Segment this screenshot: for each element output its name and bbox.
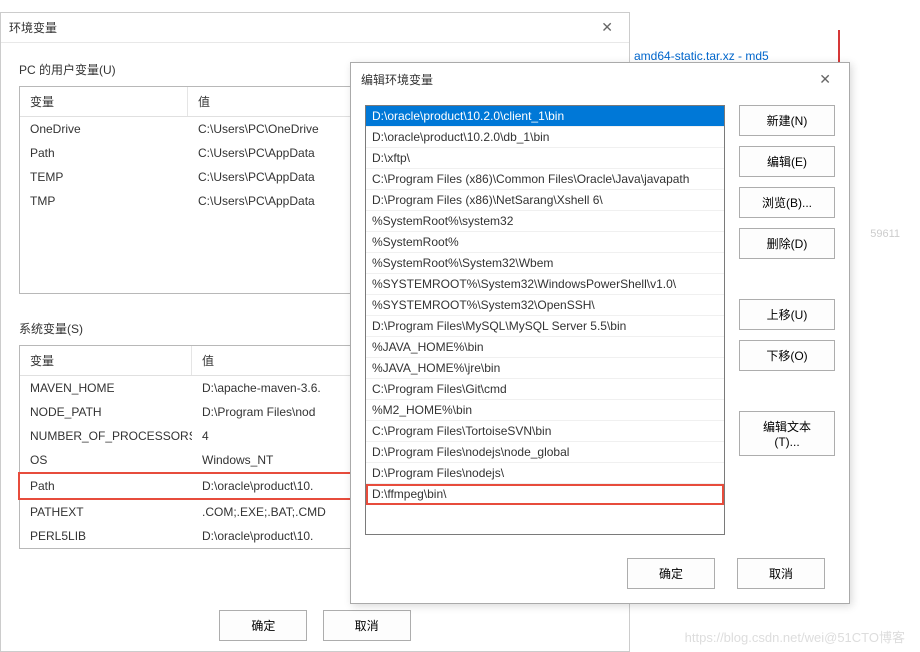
move-up-button[interactable]: 上移(U) (739, 299, 835, 330)
col-variable[interactable]: 变量 (20, 87, 188, 116)
path-item[interactable]: D:\Program Files (x86)\NetSarang\Xshell … (366, 190, 724, 211)
path-item[interactable]: %M2_HOME%\bin (366, 400, 724, 421)
watermark: https://blog.csdn.net/wei@51CTO博客 (685, 627, 905, 646)
move-down-button[interactable]: 下移(O) (739, 340, 835, 371)
var-name: Path (20, 144, 188, 162)
var-name: NODE_PATH (20, 403, 192, 421)
ok-button[interactable]: 确定 (219, 610, 307, 641)
var-name: PERL5LIB (20, 527, 192, 545)
dialog2-titlebar: 编辑环境变量 ✕ (351, 63, 849, 95)
var-name: PATHEXT (20, 503, 192, 521)
path-item[interactable]: %SystemRoot%\system32 (366, 211, 724, 232)
cancel-button[interactable]: 取消 (323, 610, 411, 641)
path-item[interactable]: D:\Program Files\nodejs\ (366, 463, 724, 484)
path-item[interactable]: %SYSTEMROOT%\System32\OpenSSH\ (366, 295, 724, 316)
path-item[interactable]: %SYSTEMROOT%\System32\WindowsPowerShell\… (366, 274, 724, 295)
edit-text-button[interactable]: 编辑文本(T)... (739, 411, 835, 456)
edit-env-var-dialog: 编辑环境变量 ✕ D:\oracle\product\10.2.0\client… (350, 62, 850, 604)
path-item[interactable]: %SystemRoot% (366, 232, 724, 253)
gray-id-text: 59611 (870, 228, 900, 240)
path-item[interactable]: C:\Program Files\Git\cmd (366, 379, 724, 400)
edit-button[interactable]: 编辑(E) (739, 146, 835, 177)
path-item[interactable]: C:\Program Files\TortoiseSVN\bin (366, 421, 724, 442)
side-buttons: 新建(N) 编辑(E) 浏览(B)... 删除(D) 上移(U) 下移(O) 编… (739, 105, 835, 535)
new-button[interactable]: 新建(N) (739, 105, 835, 136)
dialog2-body: D:\oracle\product\10.2.0\client_1\binD:\… (351, 95, 849, 545)
path-item[interactable]: D:\Program Files\MySQL\MySQL Server 5.5\… (366, 316, 724, 337)
path-list[interactable]: D:\oracle\product\10.2.0\client_1\binD:\… (365, 105, 725, 535)
dialog2-footer: 确定 取消 (621, 558, 831, 589)
path-item[interactable]: D:\Program Files\nodejs\node_global (366, 442, 724, 463)
var-name: TMP (20, 192, 188, 210)
path-item[interactable]: %JAVA_HOME%\jre\bin (366, 358, 724, 379)
path-item[interactable]: %JAVA_HOME%\bin (366, 337, 724, 358)
cancel-button[interactable]: 取消 (737, 558, 825, 589)
delete-button[interactable]: 删除(D) (739, 228, 835, 259)
dialog1-footer: 确定 取消 (1, 610, 629, 641)
path-item[interactable]: D:\xftp\ (366, 148, 724, 169)
path-item[interactable]: D:\ffmpeg\bin\ (366, 484, 724, 505)
dialog1-title: 环境变量 (9, 19, 57, 36)
background-link[interactable]: amd64-static.tar.xz - md5 (634, 49, 769, 63)
var-name: NUMBER_OF_PROCESSORS (20, 427, 192, 445)
browse-button[interactable]: 浏览(B)... (739, 187, 835, 218)
path-item[interactable]: D:\oracle\product\10.2.0\client_1\bin (366, 106, 724, 127)
var-name: TEMP (20, 168, 188, 186)
var-name: OneDrive (20, 120, 188, 138)
var-name: Path (20, 477, 192, 495)
ok-button[interactable]: 确定 (627, 558, 715, 589)
path-item[interactable]: D:\oracle\product\10.2.0\db_1\bin (366, 127, 724, 148)
var-name: MAVEN_HOME (20, 379, 192, 397)
close-icon[interactable]: ✕ (593, 15, 621, 40)
path-item[interactable]: C:\Program Files (x86)\Common Files\Orac… (366, 169, 724, 190)
dialog1-titlebar: 环境变量 ✕ (1, 13, 629, 43)
path-item[interactable]: %SystemRoot%\System32\Wbem (366, 253, 724, 274)
col-variable[interactable]: 变量 (20, 346, 192, 375)
close-icon[interactable]: ✕ (811, 67, 839, 92)
var-name: OS (20, 451, 192, 469)
dialog2-title: 编辑环境变量 (361, 71, 433, 88)
